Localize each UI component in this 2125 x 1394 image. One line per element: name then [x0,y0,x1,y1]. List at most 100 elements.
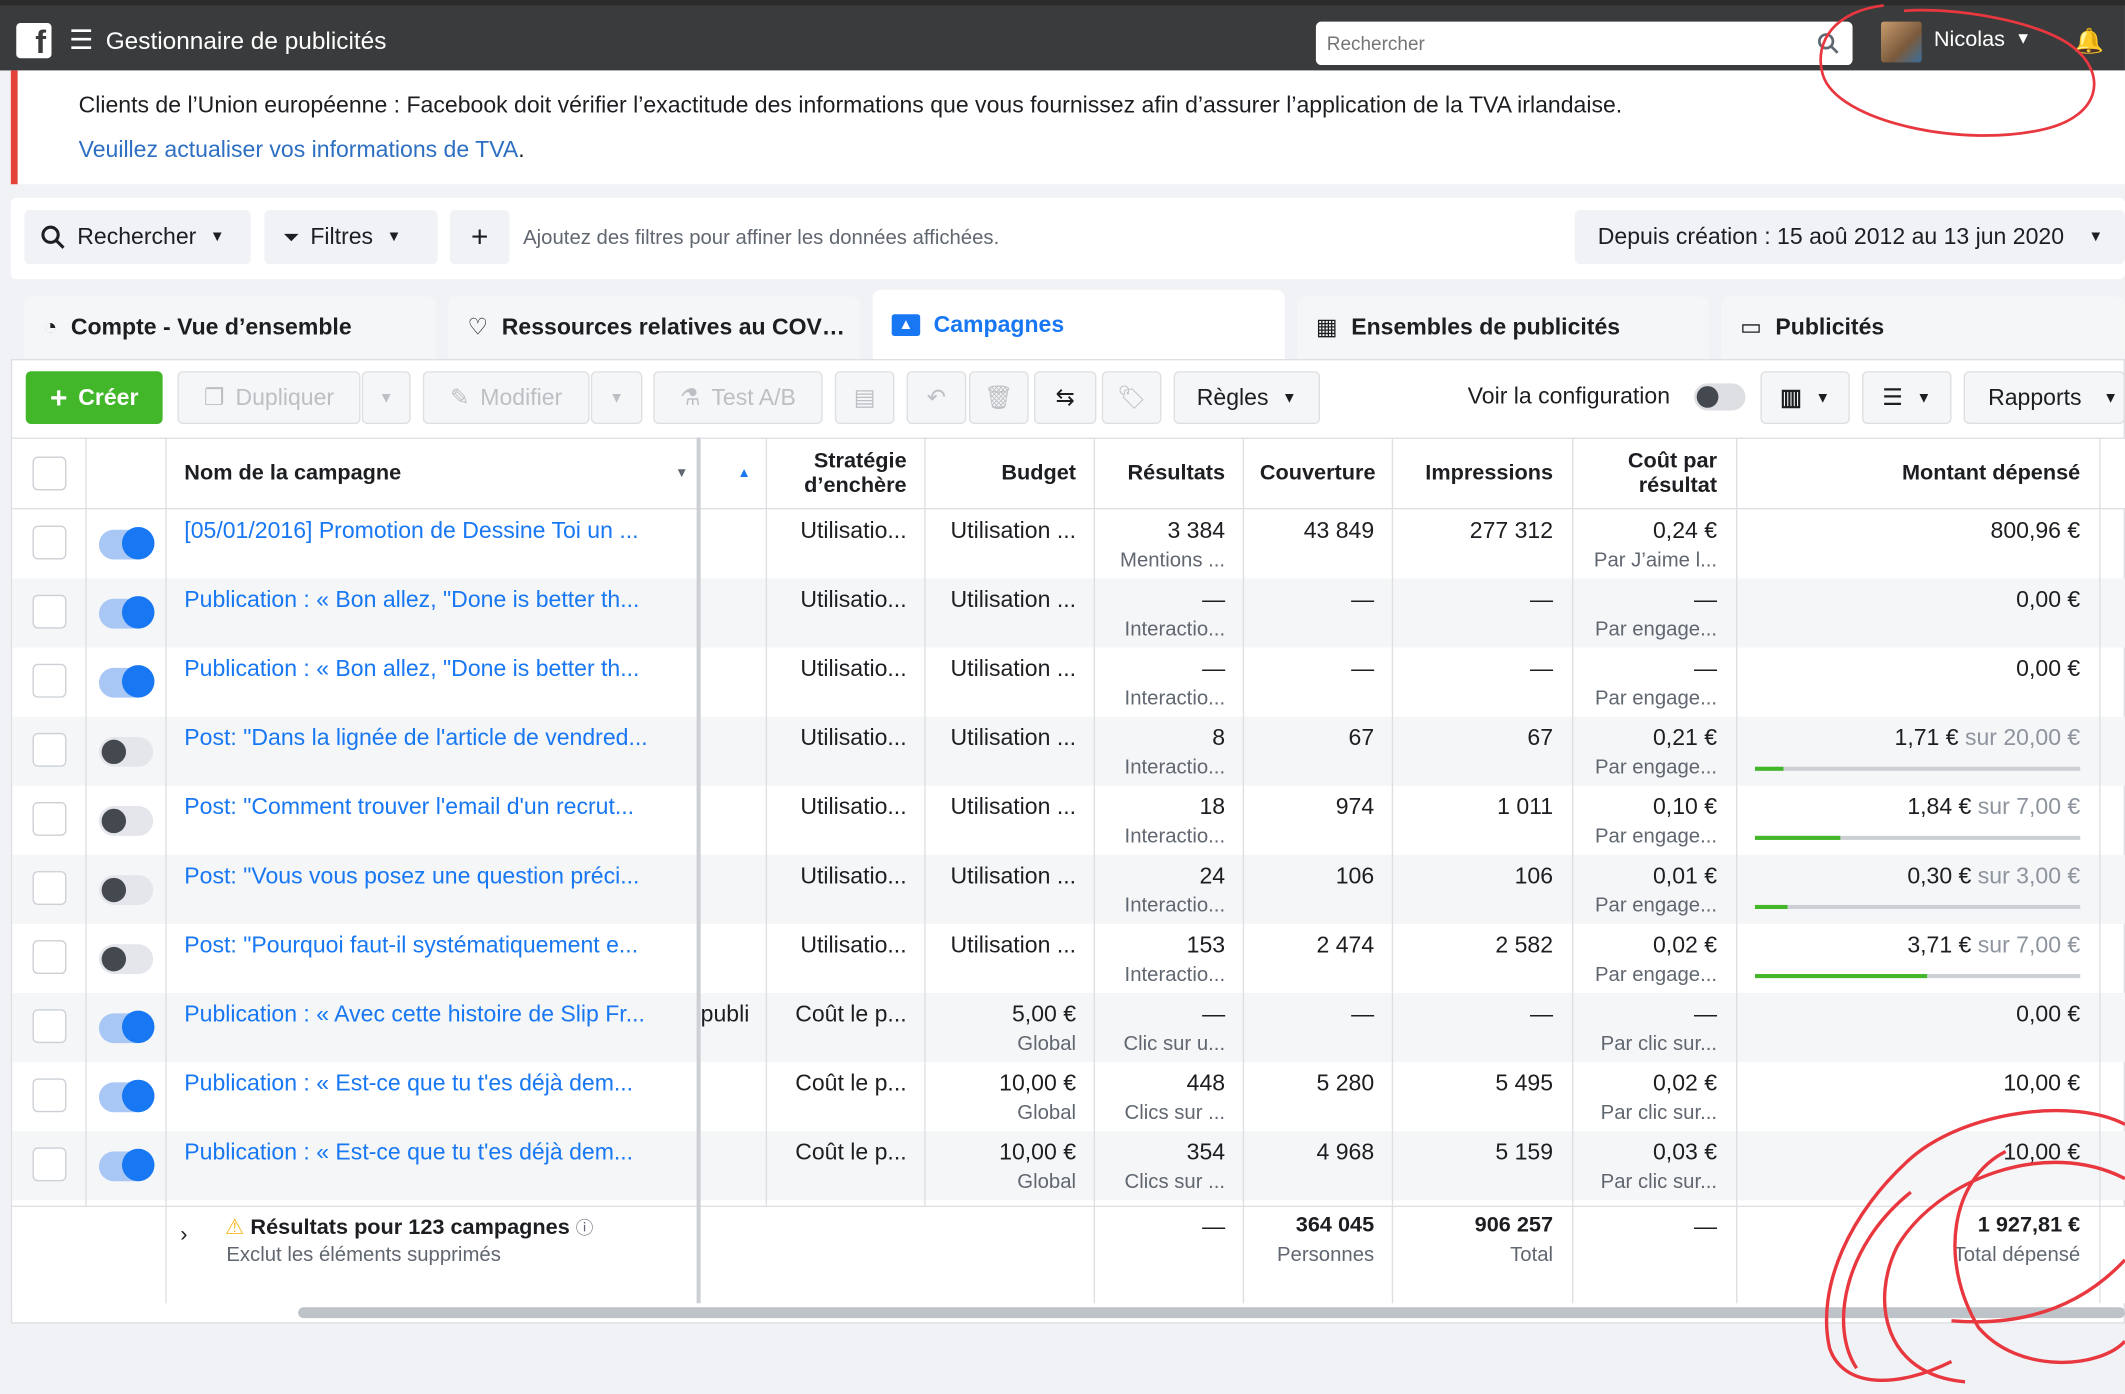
campaign-name-link[interactable]: Publication : « Est-ce que tu t'es déjà … [184,1070,633,1097]
filters-button[interactable]: ⏷ Filtres ▼ [264,209,438,265]
tab-ads[interactable]: ▭ Publicités [1721,296,2125,359]
results-sub: Interactio... [1124,617,1226,641]
copy-icon: ❐ [203,384,225,410]
row-checkbox[interactable] [32,663,67,698]
chevron-down-icon[interactable]: ▼ [2015,28,2031,47]
row-checkbox[interactable] [32,1009,67,1044]
ab-test-button[interactable]: ⚗ Test A/B [653,371,823,425]
vat-update-link[interactable]: Veuillez actualiser vos informations de … [79,137,519,163]
info-icon[interactable]: ⓘ [576,1218,594,1238]
chevron-down-icon: ▼ [378,389,394,406]
campaign-name-link[interactable]: Publication : « Est-ce que tu t'es déjà … [184,1139,633,1166]
tab-label: Ressources relatives au COV… [501,314,845,341]
config-toggle[interactable] [1694,383,1746,411]
tab-covid-resources[interactable]: ♡ Ressources relatives au COV… [448,296,861,359]
search-icon[interactable] [1817,33,1839,55]
tab-label: Compte - Vue d’ensemble [70,314,352,341]
bid-strategy-cell: Utilisatio... [800,793,907,820]
chevron-down-icon: ▼ [2103,389,2119,406]
campaign-status-toggle[interactable] [98,1010,155,1044]
campaign-name-link[interactable]: [05/01/2016] Promotion de Dessine Toi un… [184,517,638,544]
tab-ad-sets[interactable]: ▦ Ensembles de publicités [1296,296,1709,359]
column-header-name[interactable]: Nom de la campagne [184,438,672,510]
avatar[interactable] [1881,21,1922,63]
row-checkbox[interactable] [32,871,67,905]
frozen-column-divider[interactable] [696,437,701,1304]
campaign-name-link[interactable]: Post: "Pourquoi faut-il systématiquement… [184,932,638,959]
column-header-amount-spent[interactable]: Montant dépensé [1748,438,2080,510]
undo-button[interactable]: ↶ [906,371,967,425]
campaign-name-link[interactable]: Post: "Dans la lignée de l'article de ve… [184,725,647,752]
chevron-down-icon[interactable]: ▼ [669,438,688,510]
totals-label-row: ⚠ Résultats pour 123 campagnes ⓘ [225,1214,593,1241]
campaign-status-toggle[interactable] [98,736,154,767]
campaign-name-link[interactable]: Publication : « Bon allez, "Done is bett… [184,587,639,614]
campaign-status-toggle[interactable] [98,1148,155,1182]
campaign-status-toggle[interactable] [98,596,155,629]
preview-button[interactable]: ⇆ [1034,371,1097,425]
add-filter-button[interactable]: + [449,209,510,265]
date-range-picker[interactable]: Depuis création : 15 aoû 2012 au 13 jun … [1574,209,2125,265]
campaign-status-toggle[interactable] [98,665,155,698]
row-checkbox[interactable] [32,1078,67,1113]
column-header-impressions[interactable]: Impressions [1396,438,1553,510]
top-search[interactable] [1315,21,1853,66]
top-search-input[interactable] [1315,21,1804,66]
campaign-status-toggle[interactable] [98,875,154,905]
clipboard-button[interactable]: ▤ [834,371,895,425]
breakdown-button[interactable]: ☰ ▼ [1862,371,1952,425]
sort-ascending-icon[interactable]: ▲ [732,438,750,510]
bid-strategy-cell: Coût le p... [795,1001,907,1027]
results-cell: 153 [1186,932,1226,958]
edit-button[interactable]: ✎ Modifier [422,371,590,425]
tab-account-overview[interactable]: ◔ Compte - Vue d’ensemble [24,296,437,359]
row-checkbox[interactable] [32,1147,67,1182]
filter-hint[interactable]: Ajoutez des filtres pour affiner les don… [523,226,999,249]
tab-campaigns[interactable]: ▲ Campagnes [872,289,1285,359]
campaign-name-link[interactable]: Publication : « Avec cette histoire de S… [184,1001,645,1028]
delete-button[interactable]: 🗑 [968,371,1029,425]
menu-icon[interactable]: ☰ [69,27,93,54]
row-checkbox[interactable] [32,940,67,975]
horizontal-scrollbar[interactable] [298,1307,2125,1319]
campaign-name-link[interactable]: Publication : « Bon allez, "Done is bett… [184,656,639,683]
user-name[interactable]: Nicolas [1934,28,2005,52]
column-header-budget[interactable]: Budget [935,438,1076,510]
create-button[interactable]: + Créer [25,371,163,425]
results-sub: Interactio... [1124,963,1226,987]
column-header-cost-per-result[interactable]: Coût par résultat [1575,438,1717,510]
column-divider [1242,437,1245,1304]
tag-button[interactable]: 🏷 [1101,371,1162,425]
row-checkbox[interactable] [32,525,67,560]
amount-spent-cell: 0,30 € sur 3,00 € [1748,863,2080,890]
duplicate-menu-button[interactable]: ▼ [361,371,411,425]
edit-menu-button[interactable]: ▼ [590,371,643,425]
duplicate-button[interactable]: ❐ Dupliquer [177,371,361,425]
column-divider [765,437,768,1206]
amount-spent-value: 800,96 € [1990,517,2081,544]
reports-button[interactable]: Rapports ▼ [1963,371,2125,425]
campaign-name-link[interactable]: Post: "Vous vous posez une question préc… [184,863,639,890]
columns-button[interactable]: ▥ ▼ [1760,371,1850,425]
impressions-cell: 67 [1527,724,1554,751]
row-checkbox[interactable] [32,801,67,836]
search-button[interactable]: Rechercher ▼ [24,209,251,265]
rules-button[interactable]: Règles ▼ [1173,371,1320,425]
campaign-status-toggle[interactable] [98,1079,155,1113]
campaign-status-toggle[interactable] [98,526,155,560]
amount-spent-cell: 10,00 € [1748,1139,2080,1166]
chevron-right-icon[interactable]: › [180,1223,187,1247]
preview-icon: ⇆ [1055,384,1075,410]
column-header-results[interactable]: Résultats [1098,438,1225,510]
bell-icon[interactable]: 🔔 [2073,27,2103,55]
campaign-name-link[interactable]: Post: "Comment trouver l'email d'un recr… [184,794,634,821]
row-checkbox[interactable] [32,594,67,629]
column-header-reach[interactable]: Couverture [1247,438,1376,510]
campaign-status-toggle[interactable] [98,806,154,836]
select-all-checkbox[interactable] [32,456,67,491]
facebook-logo-icon[interactable]: f [16,23,52,59]
campaign-status-toggle[interactable] [98,944,154,975]
column-header-bid-strategy[interactable]: Stratégie d’enchère [772,438,906,510]
row-checkbox[interactable] [32,732,67,767]
plus-icon: + [49,379,68,414]
